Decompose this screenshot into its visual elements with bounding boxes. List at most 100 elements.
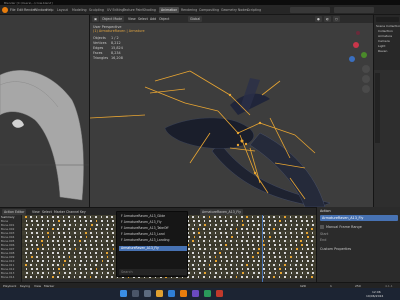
keyframe[interactable] [42,260,44,262]
keyframe[interactable] [52,228,54,230]
keyframe[interactable] [289,264,292,266]
keyframe[interactable] [192,228,194,230]
keyframe[interactable] [95,220,98,222]
keyframe[interactable] [301,248,304,250]
keyframe[interactable] [25,252,27,254]
keyframe[interactable] [58,248,61,250]
keyframe[interactable] [192,264,194,266]
keyframe[interactable] [25,220,28,222]
action-sidebar-panel[interactable]: Action ArmatureRaven_A13_Fly Manual Fram… [316,207,400,282]
keyframe[interactable] [296,224,298,226]
keyframe[interactable] [95,256,98,258]
keyframe[interactable] [188,260,190,262]
tab-layout[interactable]: Layout [55,7,70,13]
app-icon-3[interactable] [216,290,223,297]
keyframe[interactable] [112,244,114,246]
keyframe[interactable] [307,272,309,274]
keyframe[interactable] [295,228,297,230]
keyframe[interactable] [258,248,260,250]
keyframe[interactable] [230,256,233,258]
keyframe[interactable] [246,228,248,230]
keyframe[interactable] [64,248,66,250]
keyframe[interactable] [111,276,113,278]
keyframe[interactable] [101,220,103,222]
keyframe[interactable] [215,272,217,274]
keyframe[interactable] [301,224,304,226]
keyframe[interactable] [79,232,82,234]
keyframe[interactable] [235,276,238,278]
keyframe[interactable] [62,252,65,254]
keyframe[interactable] [226,236,228,238]
keyframe[interactable] [257,220,260,222]
keyframe[interactable] [57,252,59,254]
keyframe[interactable] [214,252,216,254]
keyframe[interactable] [73,240,76,242]
keyframe[interactable] [252,232,254,234]
keyframe[interactable] [306,256,308,258]
keyframe[interactable] [62,240,65,242]
keyframe[interactable] [279,256,281,258]
keyframe[interactable] [85,248,88,250]
keyframe[interactable] [253,248,255,250]
keyframe[interactable] [235,240,238,242]
keyframe[interactable] [69,260,71,262]
keyframe[interactable] [305,240,308,242]
keyframe[interactable] [203,220,206,222]
keyframe[interactable] [305,228,308,230]
keyframe[interactable] [64,224,66,226]
keyframe[interactable] [112,236,115,238]
keyframe[interactable] [30,216,32,218]
keyframe[interactable] [58,260,61,262]
keyframe[interactable] [301,232,303,234]
keyframe[interactable] [226,248,228,250]
keyframe[interactable] [274,260,277,262]
keyframe[interactable] [64,272,66,274]
shading-solid-button[interactable]: ● [315,16,322,22]
keyframe[interactable] [253,260,255,262]
keyframe[interactable] [312,224,314,226]
keyframe[interactable] [62,276,65,278]
keyframe[interactable] [84,216,86,218]
keyframe[interactable] [235,216,238,218]
keyframe[interactable] [225,232,227,234]
keyframe[interactable] [209,232,211,234]
keyframe[interactable] [311,240,313,242]
keyframe[interactable] [280,248,282,250]
keyframe[interactable] [203,240,205,242]
keyframe[interactable] [95,216,97,218]
keyframe[interactable] [101,268,103,270]
keyframe[interactable] [112,220,114,222]
pan-icon[interactable] [362,75,370,83]
keyframe[interactable] [47,224,50,226]
keyframe[interactable] [311,244,314,246]
keyframe[interactable] [193,272,196,274]
keyframe[interactable] [235,252,238,254]
keyframe[interactable] [290,232,292,234]
keyframe[interactable] [305,216,308,218]
keyframe[interactable] [231,260,233,262]
keyframe[interactable] [301,268,303,270]
keyframe[interactable] [215,260,217,262]
keyframe[interactable] [106,220,109,222]
keyframe[interactable] [85,224,88,226]
keyframe[interactable] [100,216,103,218]
keyframe[interactable] [284,216,286,218]
keyframe[interactable] [41,232,44,234]
keyframe[interactable] [252,268,254,270]
keyframe[interactable] [257,216,259,218]
keyframe[interactable] [208,276,211,278]
keyframe[interactable] [106,264,108,266]
keyframe[interactable] [268,264,270,266]
keyframe[interactable] [246,216,248,218]
keyframe[interactable] [31,272,34,274]
keyframe[interactable] [241,228,243,230]
keyframe[interactable] [73,228,76,230]
keyframe[interactable] [284,252,286,254]
keyframe[interactable] [63,268,65,270]
keyframe[interactable] [46,264,49,266]
keyframe[interactable] [58,220,60,222]
keyframe[interactable] [197,216,200,218]
keyframe[interactable] [258,272,260,274]
keyframe[interactable] [278,264,281,266]
keyframe[interactable] [25,244,28,246]
